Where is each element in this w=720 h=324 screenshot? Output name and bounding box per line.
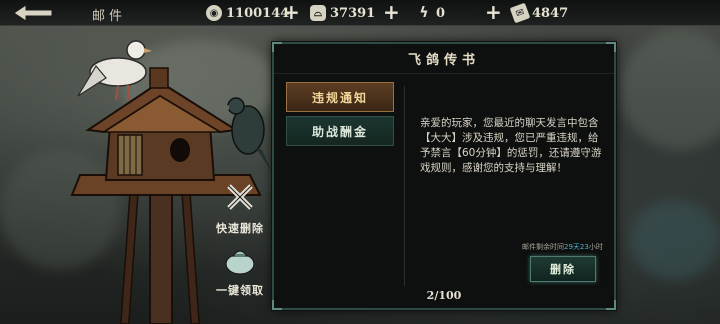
expire-prefix: 邮件剩余时间 [522,243,564,251]
treasure-bag-icon [225,250,255,275]
coin-icon: ◉ [206,5,222,21]
lightning-icon: ϟ [419,5,429,21]
mail-panel: 飞鸽传书 违规通知 助战酬金 亲爱的玩家，您最近的聊天发言中包含【大大】涉及违规… [272,42,616,310]
add-energy-button[interactable]: + [485,1,502,23]
expire-suffix: 小时 [588,243,603,251]
panel-divider [404,86,405,286]
collect-all-button[interactable]: 一键领取 [210,244,270,298]
resource-ticket: ✉ 4847 [509,2,569,24]
page-indicator: 2/100 [426,289,462,302]
ticket-value: 4847 [532,5,569,21]
back-button[interactable] [10,3,56,23]
page-title: 邮件 [92,9,127,24]
quick-delete-button[interactable]: 快速删除 [210,180,270,236]
expire-time: 邮件剩余时间29天23小时 [522,242,603,252]
mail-body: 亲爱的玩家，您最近的聊天发言中包含【大大】涉及违规，您已严重违规，给予禁言【60… [420,117,602,174]
energy-value: 0 [436,5,446,21]
ingot-value: 37391 [330,5,376,21]
add-coin-button[interactable]: + [283,1,300,23]
delete-button[interactable]: 删除 [530,256,596,282]
quick-delete-label: 快速删除 [216,222,264,235]
crossed-swords-icon [227,184,253,210]
top-bar: 邮件 ◉ 1100144 + ⌓ 37391 + ϟ 0 + ✉ 4847 [0,0,720,26]
resource-energy: ϟ 0 [416,4,445,22]
panel-title: 飞鸽传书 [274,44,614,74]
resource-ingot: ⌓ 37391 [310,4,375,22]
tab-assist-reward[interactable]: 助战酬金 [286,116,394,146]
collect-all-label: 一键领取 [216,284,264,297]
expire-value: 29天23 [564,243,589,251]
coin-value: 1100144 [226,5,290,21]
tab-violation-notice[interactable]: 违规通知 [286,82,394,112]
ticket-icon: ✉ [509,2,531,24]
ingot-icon: ⌓ [310,5,326,21]
back-arrow-icon [13,4,53,22]
add-ingot-button[interactable]: + [383,1,400,23]
resource-coin: ◉ 1100144 [206,4,289,22]
